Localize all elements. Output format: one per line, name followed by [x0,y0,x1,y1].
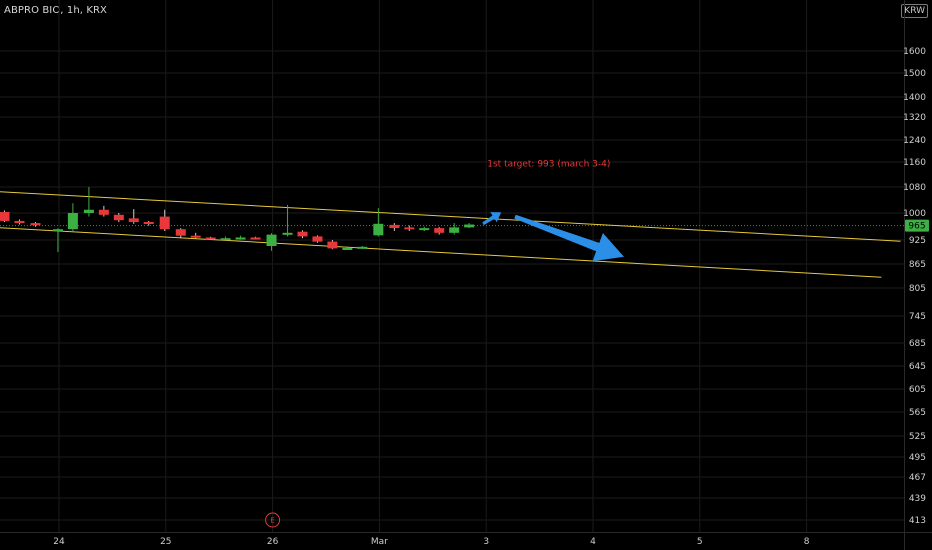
channel-line-upper[interactable] [0,189,901,242]
y-tick-label: 645 [909,362,926,372]
y-tick-label: 495 [909,453,926,463]
x-tick-label: 3 [483,537,489,547]
candle-body[interactable] [0,212,10,221]
candle-body[interactable] [67,213,78,230]
candle-body[interactable] [235,237,246,240]
candle-body[interactable] [128,218,139,222]
y-tick-label: 1600 [903,47,926,57]
y-tick-label: 413 [909,516,926,526]
x-tick-label: 4 [590,537,596,547]
y-tick-label: 865 [909,260,926,270]
candle-body[interactable] [143,222,154,224]
candle-body[interactable] [464,224,475,228]
candle-body[interactable] [190,235,201,238]
y-tick-label: 925 [909,236,926,246]
candle-body[interactable] [404,227,415,230]
candle-body[interactable] [250,237,261,240]
candle-body[interactable] [342,248,353,250]
y-tick-label: 1400 [903,93,926,103]
earnings-marker-label: E [270,517,274,525]
candle-body[interactable] [419,228,430,231]
candle-body[interactable] [282,232,293,235]
candle-body[interactable] [357,246,368,249]
y-tick-label: 745 [909,312,926,322]
candle-body[interactable] [220,238,231,241]
y-tick-label: 1000 [903,209,926,219]
x-tick-label: 24 [53,537,65,547]
candle-body[interactable] [312,236,323,242]
candle-body[interactable] [297,231,308,237]
candle-body[interactable] [14,220,25,224]
candle-body[interactable] [98,209,109,215]
y-tick-label: 685 [909,339,926,349]
y-tick-label: 439 [909,494,926,504]
candle-body[interactable] [373,223,384,236]
target-annotation[interactable]: 1st target: 993 (march 3-4) [487,160,610,170]
candle-body[interactable] [205,237,216,240]
candle-body[interactable] [266,234,277,246]
y-tick-label: 1320 [903,113,926,123]
x-tick-label: 8 [804,537,810,547]
candle-body[interactable] [52,229,63,232]
x-tick-label: 26 [267,537,279,547]
candle-body[interactable] [113,214,124,221]
y-tick-label: 1080 [903,183,926,193]
current-price-label: 965 [908,222,925,232]
y-tick-label: 805 [909,284,926,294]
y-tick-label: 1500 [903,69,926,79]
y-tick-label: 525 [909,432,926,442]
y-tick-label: 565 [909,408,926,418]
candle-body[interactable] [175,229,186,236]
x-tick-label: 5 [697,537,703,547]
price-chart[interactable]: 1600 1500 1400 1320 1240 1160 1080 1000 925 865 80… [0,0,932,550]
x-tick-label: Mar [371,537,388,547]
candle-body[interactable] [159,216,170,230]
target-arrow-large[interactable] [514,214,624,262]
y-tick-label: 467 [909,473,926,483]
y-tick-label: 605 [909,385,926,395]
candle-body[interactable] [389,224,400,229]
candle-body[interactable] [449,227,460,233]
y-tick-label: 1160 [903,158,926,168]
y-tick-label: 1240 [903,136,926,146]
x-tick-label: 25 [160,537,171,547]
candle-body[interactable] [434,228,445,233]
candle-body[interactable] [30,223,41,226]
candle-body[interactable] [83,209,94,213]
candle-body[interactable] [327,241,338,249]
